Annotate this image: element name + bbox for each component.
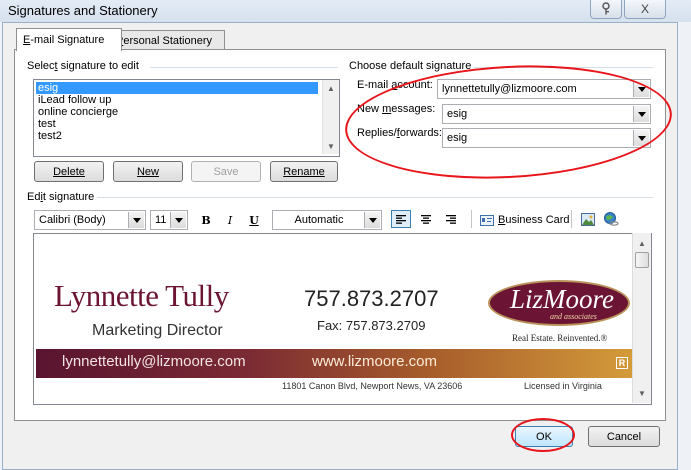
close-icon: X [640, 2, 649, 16]
underline-button[interactable]: U [246, 211, 262, 229]
signature-editor[interactable]: Lynnette Tully Marketing Director 757.87… [33, 233, 652, 405]
list-item[interactable]: online concierge [36, 106, 120, 118]
chevron-down-icon[interactable] [128, 212, 144, 228]
align-center-icon [421, 214, 431, 224]
align-left-icon [396, 214, 406, 224]
new-button[interactable]: New [113, 161, 183, 182]
align-right-button[interactable] [441, 210, 461, 228]
business-card-button[interactable]: Business Card [480, 211, 570, 229]
business-card-icon [480, 214, 494, 226]
signature-license: Licensed in Virginia [524, 381, 602, 391]
editor-scrollbar[interactable]: ▲ ▼ [632, 233, 651, 403]
align-right-icon [446, 214, 456, 224]
scroll-up-icon[interactable]: ▲ [323, 81, 339, 95]
list-item[interactable]: iLead follow up [36, 94, 113, 106]
list-item[interactable]: test2 [36, 130, 64, 142]
choose-default-label: Choose default signature [349, 60, 475, 72]
tab-label: Personal Stationery [116, 34, 213, 47]
tab-email-signature[interactable]: E-mail Signature [16, 28, 122, 51]
select-signature-label: Select signature to edit [27, 60, 142, 72]
scroll-thumb[interactable] [635, 252, 649, 268]
scroll-down-icon[interactable]: ▼ [633, 386, 651, 400]
group-divider [150, 67, 338, 68]
edit-signature-label: Edit signature [27, 191, 98, 203]
align-left-button[interactable] [391, 210, 411, 228]
insert-picture-button[interactable] [579, 210, 597, 228]
signature-website: www.lizmoore.com [312, 353, 438, 370]
hyperlink-globe-icon [604, 212, 619, 226]
save-button[interactable]: Save [191, 161, 261, 182]
signature-list[interactable]: esig iLead follow up online concierge te… [33, 79, 340, 157]
rename-button[interactable]: Rename [270, 161, 338, 182]
picture-icon [581, 212, 595, 226]
toolbar-separator [571, 210, 572, 228]
chevron-down-icon[interactable] [364, 212, 380, 228]
signature-title: Marketing Director [92, 322, 223, 339]
insert-hyperlink-button[interactable] [602, 210, 620, 228]
toolbar-separator [471, 210, 472, 228]
font-color-dropdown[interactable]: Automatic [272, 210, 382, 230]
close-button[interactable]: X [624, 0, 666, 19]
list-item[interactable]: esig [36, 82, 318, 94]
signature-phone: 757.873.2707 [304, 286, 439, 311]
chevron-down-icon[interactable] [170, 212, 186, 228]
list-item[interactable]: test [36, 118, 58, 130]
tab-label: E-mail Signature [23, 34, 105, 46]
italic-button[interactable]: I [222, 211, 238, 229]
bold-button[interactable]: B [198, 211, 214, 229]
align-center-button[interactable] [416, 210, 436, 228]
signature-name: Lynnette Tully [54, 278, 229, 313]
logo-tagline: Real Estate. Reinvented.® [512, 333, 608, 343]
signature-address: 11801 Canon Blvd, Newport News, VA 23606 [282, 381, 463, 391]
signature-email: lynnettetully@lizmoore.com [62, 353, 246, 370]
cancel-button[interactable]: Cancel [588, 426, 660, 447]
help-key-icon[interactable] [590, 0, 622, 19]
business-card-label: Business Card [498, 214, 570, 226]
realtor-icon: R [616, 357, 628, 369]
title-bar: Signatures and Stationery X [0, 0, 691, 22]
signature-fax: Fax: 757.873.2709 [317, 318, 426, 333]
group-divider [92, 197, 653, 198]
scroll-up-icon[interactable]: ▲ [633, 236, 651, 250]
window-title: Signatures and Stationery [8, 3, 158, 18]
tab-personal-stationery[interactable]: Personal Stationery [109, 30, 225, 50]
list-scrollbar[interactable]: ▲ ▼ [322, 80, 339, 154]
font-dropdown[interactable]: Calibri (Body) [34, 210, 146, 230]
delete-button[interactable]: Delete [34, 161, 104, 182]
logo-wordmark: LizMoore [510, 284, 615, 314]
logo-subtext: and associates [550, 312, 597, 321]
font-size-dropdown[interactable]: 11 [150, 210, 188, 230]
annotation-circle-ok [511, 418, 575, 452]
scroll-down-icon[interactable]: ▼ [323, 139, 339, 153]
